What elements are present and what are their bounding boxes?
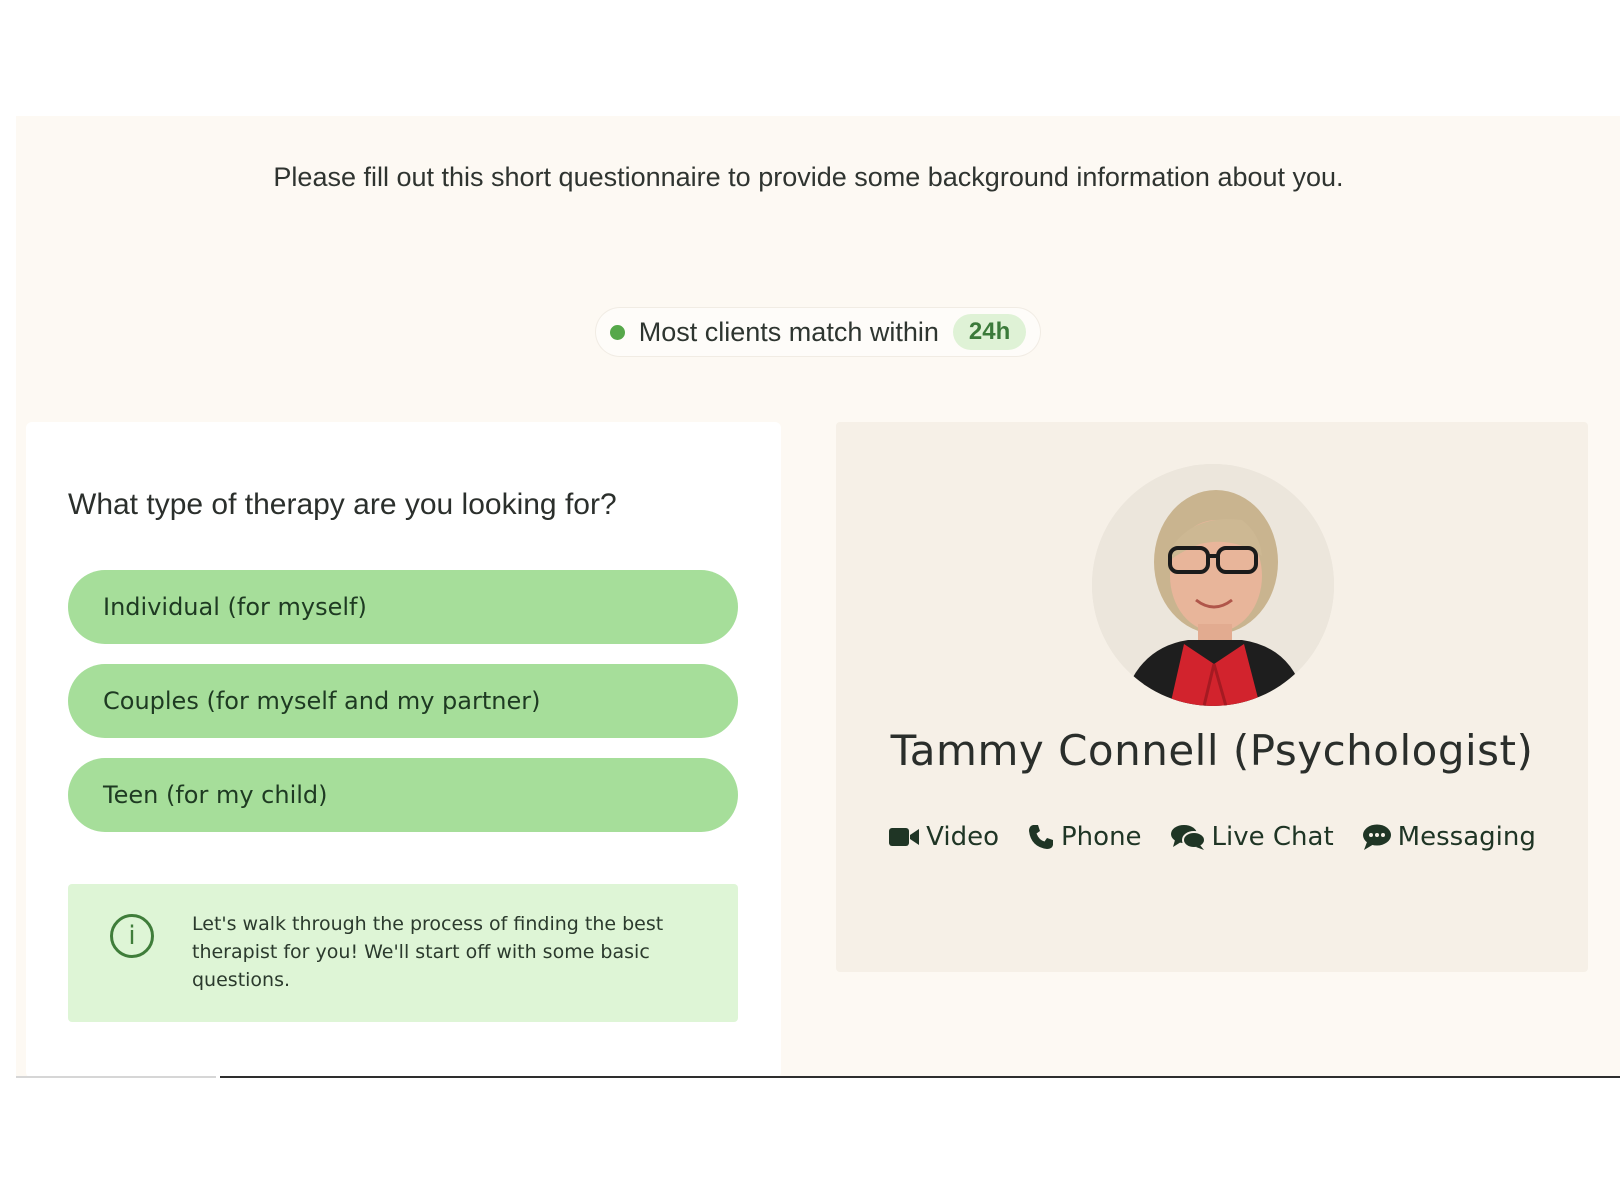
therapist-photo (1092, 464, 1334, 706)
therapist-card: Tammy Connell (Psychologist) Video Phone (836, 422, 1588, 972)
mode-messaging-label: Messaging (1397, 822, 1536, 852)
question-title: What type of therapy are you looking for… (68, 488, 617, 521)
info-box: i Let's walk through the process of find… (68, 884, 738, 1022)
intro-text: Please fill out this short questionnaire… (273, 162, 1344, 192)
option-individual[interactable]: Individual (for myself) (68, 570, 738, 644)
message-bubble-icon (1362, 824, 1391, 850)
mode-video: Video (888, 822, 999, 852)
therapist-avatar (1092, 464, 1334, 706)
match-pill-inner: Most clients match within 24h (595, 308, 1041, 356)
mode-phone: Phone (1027, 822, 1142, 852)
question-card: What type of therapy are you looking for… (26, 422, 781, 1078)
questionnaire-page: Please fill out this short questionnaire… (16, 116, 1620, 1078)
info-icon: i (110, 914, 154, 958)
status-dot-icon (609, 324, 625, 340)
mode-messaging: Messaging (1362, 822, 1536, 852)
match-pill-text: Most clients match within (638, 316, 939, 347)
match-time-badge: 24h (952, 314, 1027, 350)
phone-icon (1029, 825, 1053, 849)
info-text: Let's walk through the process of findin… (192, 913, 664, 991)
video-camera-icon (889, 828, 920, 846)
therapist-name: Tammy Connell (Psychologist) (890, 726, 1534, 775)
mode-live-chat-label: Live Chat (1211, 822, 1334, 852)
session-modes: Video Phone Live Chat Messaging (836, 822, 1588, 852)
option-couples[interactable]: Couples (for myself and my partner) (68, 664, 738, 738)
chat-bubbles-icon (1170, 825, 1206, 850)
mode-live-chat: Live Chat (1170, 822, 1334, 852)
progress-track (16, 1076, 216, 1078)
divider-line (220, 1076, 1620, 1078)
match-pill: Most clients match within 24h (16, 308, 1620, 356)
mode-video-label: Video (926, 822, 999, 852)
option-teen[interactable]: Teen (for my child) (68, 758, 738, 832)
mode-phone-label: Phone (1061, 822, 1142, 852)
